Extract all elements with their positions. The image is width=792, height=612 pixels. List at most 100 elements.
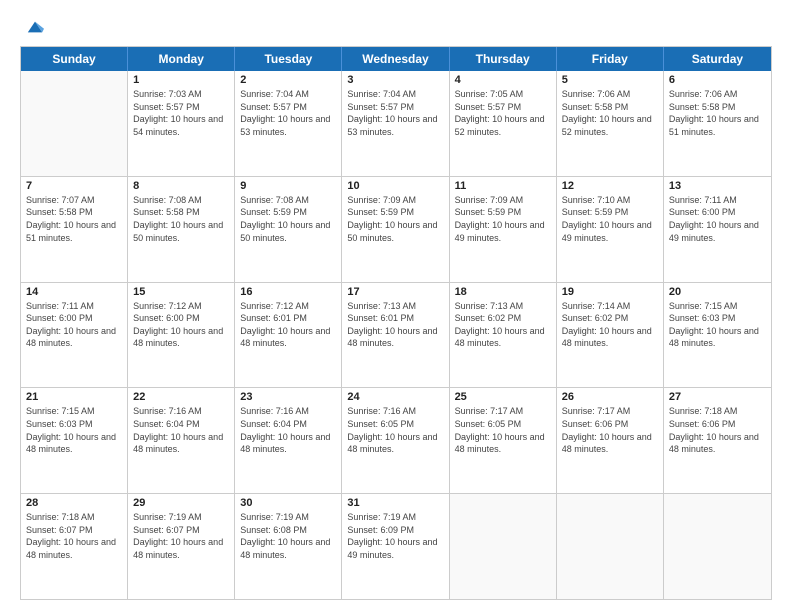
day-info: Sunrise: 7:13 AMSunset: 6:02 PMDaylight:… <box>455 300 551 350</box>
day-number: 31 <box>347 497 443 509</box>
day-number: 22 <box>133 391 229 403</box>
calendar-cell: 21Sunrise: 7:15 AMSunset: 6:03 PMDayligh… <box>21 388 128 493</box>
day-number: 5 <box>562 74 658 86</box>
calendar-cell: 9 Sunrise: 7:08 AMSunset: 5:59 PMDaylight… <box>235 177 342 282</box>
calendar-header-row: SundayMondayTuesdayWednesdayThursdayFrid… <box>21 47 771 71</box>
day-info: Sunrise: 7:13 AMSunset: 6:01 PMDaylight:… <box>347 300 443 350</box>
day-number: 1 <box>133 74 229 86</box>
day-info: Sunrise: 7:19 AMSunset: 6:09 PMDaylight:… <box>347 511 443 561</box>
day-number: 10 <box>347 180 443 192</box>
calendar-cell: 8Sunrise: 7:08 AMSunset: 5:58 PMDaylight… <box>128 177 235 282</box>
day-info: Sunrise: 7:19 AMSunset: 6:08 PMDaylight:… <box>240 511 336 561</box>
calendar-cell: 18 Sunrise: 7:13 AMSunset: 6:02 PMDayligh… <box>450 283 557 388</box>
day-number: 13 <box>669 180 766 192</box>
day-info: Sunrise: 7:08 AMSunset: 5:58 PMDaylight:… <box>133 194 229 244</box>
day-info: Sunrise: 7:16 AMSunset: 6:04 PMDaylight:… <box>240 405 336 455</box>
day-info: Sunrise: 7:16 AMSunset: 6:04 PMDaylight:… <box>133 405 229 455</box>
weekday-header: Sunday <box>21 47 128 71</box>
day-info: Sunrise: 7:12 AMSunset: 6:00 PMDaylight:… <box>133 300 229 350</box>
calendar-cell: 6 Sunrise: 7:06 AMSunset: 5:58 PMDaylight… <box>664 71 771 176</box>
day-info: Sunrise: 7:18 AMSunset: 6:07 PMDaylight:… <box>26 511 122 561</box>
day-info: Sunrise: 7:04 AMSunset: 5:57 PMDaylight:… <box>240 88 336 138</box>
day-number: 28 <box>26 497 122 509</box>
calendar-cell: 16Sunrise: 7:12 AMSunset: 6:01 PMDayligh… <box>235 283 342 388</box>
day-number: 11 <box>455 180 551 192</box>
weekday-header: Friday <box>557 47 664 71</box>
day-info: Sunrise: 7:12 AMSunset: 6:01 PMDaylight:… <box>240 300 336 350</box>
day-number: 24 <box>347 391 443 403</box>
day-number: 18 <box>455 286 551 298</box>
day-number: 7 <box>26 180 122 192</box>
calendar-week: 28 Sunrise: 7:18 AMSunset: 6:07 PMDayligh… <box>21 494 771 599</box>
page: SundayMondayTuesdayWednesdayThursdayFrid… <box>0 0 792 612</box>
day-info: Sunrise: 7:05 AMSunset: 5:57 PMDaylight:… <box>455 88 551 138</box>
calendar-cell: 5 Sunrise: 7:06 AMSunset: 5:58 PMDaylight… <box>557 71 664 176</box>
calendar-cell: 1 Sunrise: 7:03 AMSunset: 5:57 PMDaylight… <box>128 71 235 176</box>
calendar-cell <box>664 494 771 599</box>
calendar-cell: 28 Sunrise: 7:18 AMSunset: 6:07 PMDayligh… <box>21 494 128 599</box>
day-info: Sunrise: 7:06 AMSunset: 5:58 PMDaylight:… <box>562 88 658 138</box>
calendar-cell <box>557 494 664 599</box>
day-info: Sunrise: 7:16 AMSunset: 6:05 PMDaylight:… <box>347 405 443 455</box>
day-number: 19 <box>562 286 658 298</box>
day-info: Sunrise: 7:17 AMSunset: 6:05 PMDaylight:… <box>455 405 551 455</box>
calendar-cell: 13 Sunrise: 7:11 AMSunset: 6:00 PMDayligh… <box>664 177 771 282</box>
day-number: 23 <box>240 391 336 403</box>
calendar-cell: 24 Sunrise: 7:16 AMSunset: 6:05 PMDayligh… <box>342 388 449 493</box>
calendar-week: 7 Sunrise: 7:07 AMSunset: 5:58 PMDaylight… <box>21 177 771 283</box>
day-number: 6 <box>669 74 766 86</box>
day-info: Sunrise: 7:07 AMSunset: 5:58 PMDaylight:… <box>26 194 122 244</box>
calendar-cell: 4 Sunrise: 7:05 AMSunset: 5:57 PMDaylight… <box>450 71 557 176</box>
header <box>20 18 772 36</box>
calendar-cell: 14Sunrise: 7:11 AMSunset: 6:00 PMDayligh… <box>21 283 128 388</box>
day-info: Sunrise: 7:15 AMSunset: 6:03 PMDaylight:… <box>669 300 766 350</box>
weekday-header: Wednesday <box>342 47 449 71</box>
day-number: 12 <box>562 180 658 192</box>
calendar-cell: 22 Sunrise: 7:16 AMSunset: 6:04 PMDayligh… <box>128 388 235 493</box>
calendar-cell: 10 Sunrise: 7:09 AMSunset: 5:59 PMDayligh… <box>342 177 449 282</box>
calendar-cell: 2 Sunrise: 7:04 AMSunset: 5:57 PMDaylight… <box>235 71 342 176</box>
day-info: Sunrise: 7:17 AMSunset: 6:06 PMDaylight:… <box>562 405 658 455</box>
day-number: 4 <box>455 74 551 86</box>
day-number: 3 <box>347 74 443 86</box>
logo-text <box>20 18 44 36</box>
weekday-header: Thursday <box>450 47 557 71</box>
calendar-cell: 27Sunrise: 7:18 AMSunset: 6:06 PMDayligh… <box>664 388 771 493</box>
day-info: Sunrise: 7:09 AMSunset: 5:59 PMDaylight:… <box>455 194 551 244</box>
day-info: Sunrise: 7:08 AMSunset: 5:59 PMDaylight:… <box>240 194 336 244</box>
logo-icon <box>26 18 44 36</box>
calendar-cell: 11 Sunrise: 7:09 AMSunset: 5:59 PMDayligh… <box>450 177 557 282</box>
day-number: 25 <box>455 391 551 403</box>
day-number: 9 <box>240 180 336 192</box>
calendar-cell: 19Sunrise: 7:14 AMSunset: 6:02 PMDayligh… <box>557 283 664 388</box>
calendar-cell: 3 Sunrise: 7:04 AMSunset: 5:57 PMDaylight… <box>342 71 449 176</box>
day-info: Sunrise: 7:15 AMSunset: 6:03 PMDaylight:… <box>26 405 122 455</box>
day-info: Sunrise: 7:03 AMSunset: 5:57 PMDaylight:… <box>133 88 229 138</box>
calendar-cell: 31 Sunrise: 7:19 AMSunset: 6:09 PMDayligh… <box>342 494 449 599</box>
weekday-header: Tuesday <box>235 47 342 71</box>
calendar-week: 14Sunrise: 7:11 AMSunset: 6:00 PMDayligh… <box>21 283 771 389</box>
calendar-cell: 20 Sunrise: 7:15 AMSunset: 6:03 PMDayligh… <box>664 283 771 388</box>
calendar-cell: 26Sunrise: 7:17 AMSunset: 6:06 PMDayligh… <box>557 388 664 493</box>
calendar-cell: 15 Sunrise: 7:12 AMSunset: 6:00 PMDayligh… <box>128 283 235 388</box>
calendar-cell <box>450 494 557 599</box>
calendar-cell: 23 Sunrise: 7:16 AMSunset: 6:04 PMDayligh… <box>235 388 342 493</box>
day-info: Sunrise: 7:10 AMSunset: 5:59 PMDaylight:… <box>562 194 658 244</box>
calendar-cell: 12 Sunrise: 7:10 AMSunset: 5:59 PMDayligh… <box>557 177 664 282</box>
calendar-cell: 29Sunrise: 7:19 AMSunset: 6:07 PMDayligh… <box>128 494 235 599</box>
day-info: Sunrise: 7:19 AMSunset: 6:07 PMDaylight:… <box>133 511 229 561</box>
weekday-header: Saturday <box>664 47 771 71</box>
day-number: 15 <box>133 286 229 298</box>
day-info: Sunrise: 7:06 AMSunset: 5:58 PMDaylight:… <box>669 88 766 138</box>
day-info: Sunrise: 7:11 AMSunset: 6:00 PMDaylight:… <box>669 194 766 244</box>
calendar-week: 21Sunrise: 7:15 AMSunset: 6:03 PMDayligh… <box>21 388 771 494</box>
day-number: 30 <box>240 497 336 509</box>
calendar-week: 1 Sunrise: 7:03 AMSunset: 5:57 PMDaylight… <box>21 71 771 177</box>
day-info: Sunrise: 7:04 AMSunset: 5:57 PMDaylight:… <box>347 88 443 138</box>
day-number: 20 <box>669 286 766 298</box>
weekday-header: Monday <box>128 47 235 71</box>
day-info: Sunrise: 7:18 AMSunset: 6:06 PMDaylight:… <box>669 405 766 455</box>
day-number: 2 <box>240 74 336 86</box>
day-info: Sunrise: 7:09 AMSunset: 5:59 PMDaylight:… <box>347 194 443 244</box>
day-number: 17 <box>347 286 443 298</box>
